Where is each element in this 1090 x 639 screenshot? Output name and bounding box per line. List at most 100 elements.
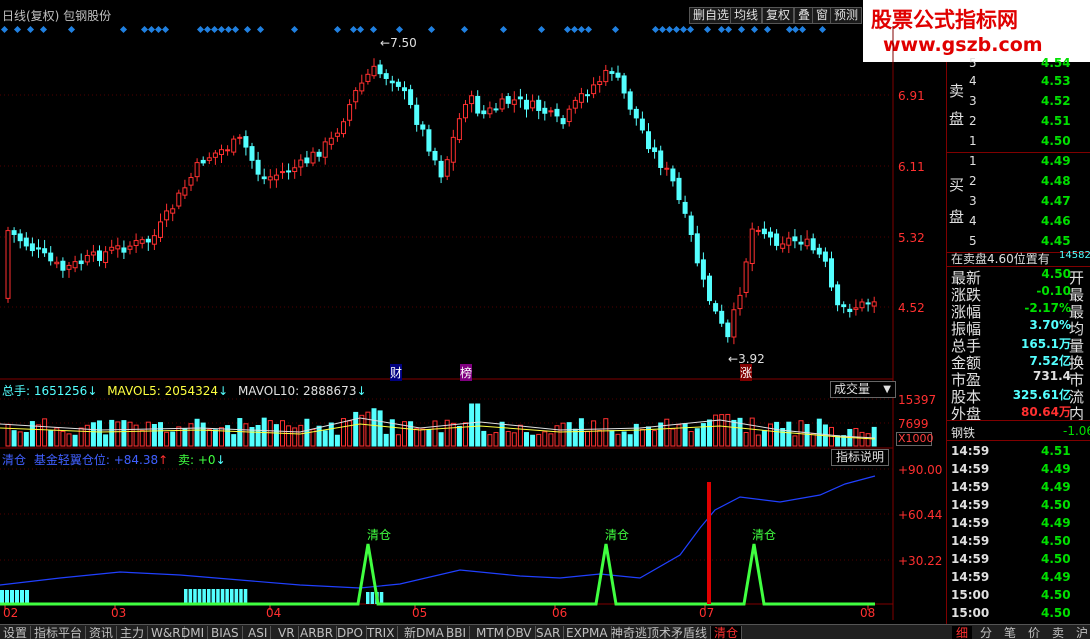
sector-name[interactable]: 钢铁 [951, 424, 975, 441]
indicator-tab[interactable]: 神奇逃顶术矛盾线 [608, 626, 712, 639]
candle-down [42, 248, 48, 254]
sell-level-5[interactable]: 5 4.54 [947, 56, 1090, 76]
volume-bar [164, 431, 170, 447]
indicator-tab[interactable]: ASI [245, 626, 272, 639]
overlay-button[interactable]: 叠 [794, 7, 815, 24]
quote-panel: 5 4.54 4 4.53 3 4.52 2 4.51 1 4.50 卖 盘 1 4.49 … [946, 56, 1090, 639]
window-button[interactable]: 窗 [812, 7, 833, 24]
ma-button[interactable]: 均线 [730, 7, 763, 24]
tick-time: 14:59 [951, 516, 990, 530]
quote-tab[interactable]: 卖 [1048, 626, 1068, 639]
indicator-tab[interactable]: ARBR [297, 626, 338, 639]
indicator-tab[interactable]: 指标平台 [31, 626, 87, 639]
event-diamond [67, 26, 76, 34]
indicator-tab[interactable]: TRIX [364, 626, 399, 639]
candle-up [597, 81, 603, 86]
indicator-tab[interactable]: EXPMA [563, 626, 612, 639]
candle-up [578, 93, 584, 103]
indicator-tab[interactable]: VR [275, 626, 299, 639]
event-diamond [369, 26, 378, 34]
sell-level-4[interactable]: 4 4.53 [947, 74, 1090, 94]
indicator-tab[interactable]: DMI [178, 626, 209, 639]
quote-tab[interactable]: 细 [952, 626, 973, 639]
volume-bar [334, 434, 340, 447]
indicator-line-value: 基金轻翼仓位: +84.38 [33, 453, 159, 467]
indicator-tab[interactable]: 主力 [117, 626, 149, 639]
volume-bar [316, 425, 322, 447]
volume-bar [755, 434, 761, 447]
candle-down [694, 233, 700, 264]
candle-up [334, 132, 340, 137]
quote-tab[interactable]: 价 [1024, 626, 1044, 639]
volume-indicator-select[interactable]: 成交量 ▼ [830, 381, 896, 398]
position-bar [188, 589, 193, 604]
candle-down [304, 157, 310, 164]
indicator-tab[interactable]: 新DMA [401, 626, 448, 639]
event-diamond [717, 26, 726, 34]
volume-bars [0, 403, 877, 447]
indicator-tab[interactable]: 设置 [0, 626, 32, 639]
candle-up [139, 239, 145, 244]
quote-tab[interactable]: 沪 [1072, 626, 1090, 639]
price-axis-label: 4.52 [898, 301, 925, 315]
buy-level-1[interactable]: 1 4.49 [947, 154, 1090, 174]
volume-bar [347, 420, 353, 447]
event-diamond [427, 26, 436, 34]
candle-up [66, 264, 72, 270]
sell-level-1[interactable]: 1 4.50 [947, 134, 1090, 154]
candle-up [341, 121, 346, 135]
tick-price: 4.50 [1041, 606, 1071, 620]
volume-bar [408, 421, 414, 447]
sell-level-3[interactable]: 3 4.52 [947, 94, 1090, 114]
indicator-tab[interactable]: 资讯 [86, 626, 118, 639]
volume-bar [682, 423, 688, 447]
candle-down [17, 233, 23, 242]
candle-down [377, 64, 383, 75]
volume-bar [109, 419, 115, 447]
candle-down [389, 80, 395, 84]
stat-value: 731.4 [1033, 369, 1071, 383]
limit-up-marker[interactable]: 涨 [740, 364, 753, 381]
adjust-button[interactable]: 复权 [762, 7, 795, 24]
tick-row: 15:00 4.50 [947, 606, 1090, 624]
candle-down [60, 260, 66, 271]
volume-bar [170, 431, 176, 447]
quote-tab[interactable]: 笔 [1000, 626, 1020, 639]
stat-row: 金额 7.52亿换 [947, 352, 1090, 372]
volume-bar [621, 431, 627, 447]
forecast-button[interactable]: 预测 [830, 7, 863, 24]
remove-favorite-button[interactable]: 删自选 [689, 7, 734, 24]
indicator-tab[interactable]: 清仓 [711, 626, 743, 639]
candle-down [145, 238, 151, 243]
volume-bar [859, 431, 865, 447]
volume-bar [371, 408, 377, 447]
indicator-name: 清仓 [2, 453, 27, 467]
volume-bar [743, 432, 749, 447]
candle-up [127, 245, 133, 250]
finance-event-marker[interactable]: 财 [390, 364, 403, 381]
indicator-tab[interactable]: BBI [443, 626, 471, 639]
kline-chart[interactable] [0, 26, 946, 639]
buy-side-label: 买 [949, 176, 965, 194]
quote-tab[interactable]: 分 [976, 626, 996, 639]
position-bar [225, 589, 229, 604]
candle-down [707, 275, 712, 302]
candle-down [414, 104, 420, 125]
x-axis-label: 08 [860, 606, 876, 620]
buy-level-3[interactable]: 3 4.47 [947, 194, 1090, 214]
buy-level-2[interactable]: 2 4.48 [947, 174, 1090, 194]
indicator-explain-button[interactable]: 指标说明 [831, 449, 889, 466]
volume-bar [395, 434, 401, 447]
signal-bar [707, 482, 711, 604]
volume-bar [517, 424, 523, 447]
volume-bar [475, 403, 481, 447]
indicator-tab[interactable]: SAR [533, 626, 565, 639]
candle-up [469, 95, 475, 105]
ranking-event-marker[interactable]: 榜 [460, 364, 473, 381]
tick-row: 14:59 4.50 [947, 552, 1090, 570]
buy-level-4[interactable]: 4 4.46 [947, 214, 1090, 234]
indicator-tab[interactable]: BIAS [208, 626, 243, 639]
indicator-tab[interactable]: OBV [503, 626, 536, 639]
indicator-tab[interactable]: DPO [334, 626, 367, 639]
sell-level-2[interactable]: 2 4.51 [947, 114, 1090, 134]
